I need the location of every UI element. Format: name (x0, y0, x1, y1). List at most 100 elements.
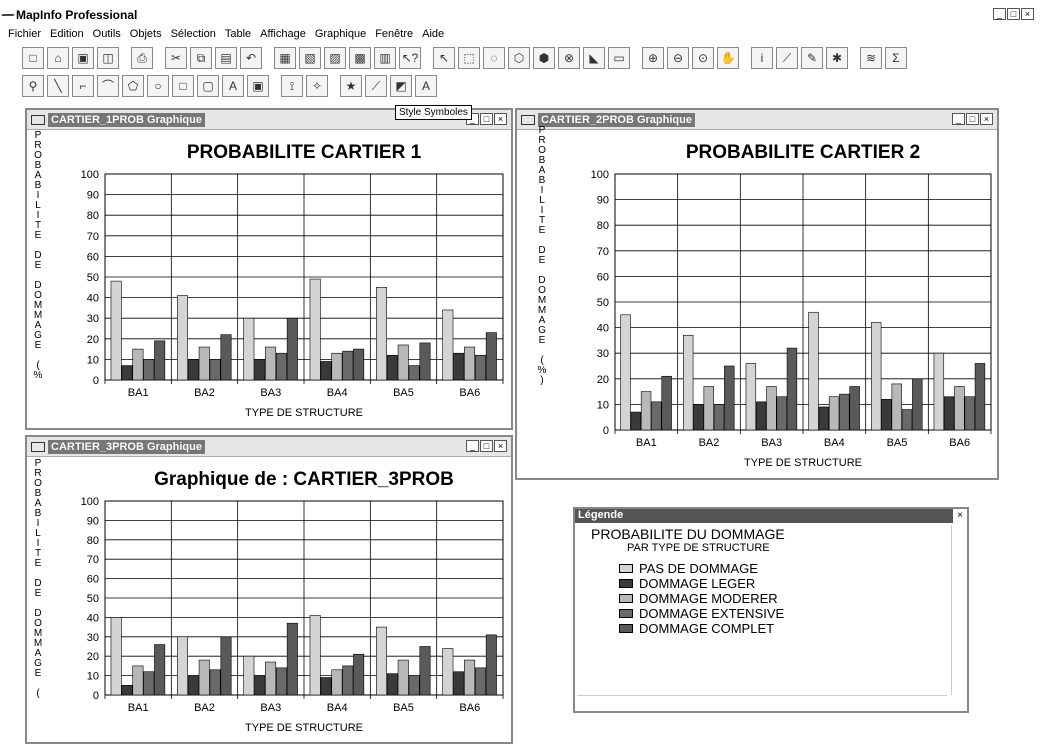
zoom-in-icon[interactable]: ⊕ (642, 47, 664, 69)
change-view-icon[interactable]: ⊙ (692, 47, 714, 69)
graph-window-2-titlebar[interactable]: CARTIER_2PROB Graphique _ □ × (517, 110, 997, 130)
menu-graphique[interactable]: Graphique (311, 26, 371, 44)
close-button[interactable]: × (980, 113, 993, 125)
y-tick-label: 0 (93, 375, 99, 387)
rounded-rectangle-tool-icon[interactable]: ▢ (197, 75, 219, 97)
bar (839, 393, 850, 431)
menu-aide[interactable]: Aide (418, 26, 449, 44)
polygon-select-icon[interactable]: ⬡ (508, 47, 530, 69)
layout-icon[interactable]: ◫ (97, 47, 119, 69)
bar (828, 396, 840, 431)
undo-icon[interactable]: ↶ (240, 47, 262, 69)
ruler-icon[interactable]: ⟋ (776, 47, 798, 69)
graph-window-2[interactable]: CARTIER_2PROB Graphique _ □ × P R O B A … (515, 108, 999, 480)
layer-control-icon[interactable]: ≋ (860, 47, 882, 69)
close-icon[interactable]: × (957, 510, 963, 521)
menu-edition[interactable]: Edition (46, 26, 89, 44)
graph-window-1[interactable]: CARTIER_1PROB Graphique _ □ × P R O B A … (25, 108, 513, 430)
bar (243, 655, 255, 696)
paste-icon[interactable]: ▤ (215, 47, 237, 69)
graph-select-icon[interactable]: ▭ (608, 47, 630, 69)
redistrict-icon[interactable]: ▥ (374, 47, 396, 69)
text-tool-icon[interactable]: A (222, 75, 244, 97)
graph-window-3[interactable]: CARTIER_3PROB Graphique _ □ × P R O B A … (25, 435, 513, 744)
legend-swatch-complet (619, 624, 633, 633)
browser-icon[interactable]: ▦ (274, 47, 296, 69)
ellipse-tool-icon[interactable]: ○ (147, 75, 169, 97)
line-tool-icon[interactable]: ╲ (47, 75, 69, 97)
bar (353, 653, 365, 696)
close-button[interactable]: × (1021, 8, 1034, 20)
open-icon[interactable]: ⌂ (47, 47, 69, 69)
boundary-select-icon[interactable]: ⬢ (533, 47, 555, 69)
help-pointer-icon[interactable]: ↖? (399, 47, 421, 69)
rectangle-tool-icon[interactable]: □ (172, 75, 194, 97)
minimize-button[interactable]: _ (952, 113, 965, 125)
text-style-icon[interactable]: A (415, 75, 437, 97)
menu-fenetre[interactable]: Fenêtre (371, 26, 418, 44)
maximize-button[interactable]: □ (966, 113, 979, 125)
bar (651, 401, 662, 431)
bar (143, 359, 155, 381)
new-icon[interactable]: □ (22, 47, 44, 69)
frame-tool-icon[interactable]: ▣ (247, 75, 269, 97)
close-button[interactable]: × (494, 440, 507, 452)
arc-tool-icon[interactable]: ⌒ (97, 75, 119, 97)
minimize-button[interactable]: _ (466, 440, 479, 452)
y-tick-label: 10 (87, 671, 99, 683)
unselect-icon[interactable]: ⊗ (558, 47, 580, 69)
graph-window-3-titlebar[interactable]: CARTIER_3PROB Graphique _ □ × (27, 437, 511, 457)
statistics-icon[interactable]: Σ (885, 47, 907, 69)
radius-select-icon[interactable]: ◌ (483, 47, 505, 69)
line-style-icon[interactable]: ⟋ (365, 75, 387, 97)
x-tick-label: BA1 (128, 387, 149, 399)
maximize-button[interactable]: □ (1007, 8, 1020, 20)
menu-table[interactable]: Table (221, 26, 256, 44)
cut-icon[interactable]: ✂ (165, 47, 187, 69)
graph-window-icon[interactable]: ▨ (324, 47, 346, 69)
menu-selection[interactable]: Sélection (167, 26, 221, 44)
invert-select-icon[interactable]: ◣ (583, 47, 605, 69)
label-icon[interactable]: ✱ (826, 47, 848, 69)
print-icon[interactable]: ⎙ (131, 47, 153, 69)
symbol-tool-icon[interactable]: ⚲ (22, 75, 44, 97)
symbol-style-icon[interactable]: ★ (340, 75, 362, 97)
maximize-button[interactable]: □ (480, 113, 493, 125)
grabber-icon[interactable]: ✋ (717, 47, 739, 69)
bar (254, 359, 266, 381)
bar (683, 334, 694, 431)
x-axis-label: TYPE DE STRUCTURE (245, 722, 363, 734)
menu-fichier[interactable]: Fichier (4, 26, 46, 44)
y-tick-label: 90 (87, 190, 99, 202)
polyline-tool-icon[interactable]: ⌐ (72, 75, 94, 97)
polygon-tool-icon[interactable]: ⬠ (122, 75, 144, 97)
region-style-icon[interactable]: ◩ (390, 75, 412, 97)
y-tick-label: 20 (87, 334, 99, 346)
select-arrow-icon[interactable]: ↖ (433, 47, 455, 69)
layout-window-icon[interactable]: ▩ (349, 47, 371, 69)
vertical-scrollbar[interactable] (951, 525, 965, 695)
menu-outils[interactable]: Outils (89, 26, 126, 44)
legend-window[interactable]: Légende × PROBABILITE DU DOMMAGE PAR TYP… (573, 507, 969, 713)
drag-map-icon[interactable]: ✎ (801, 47, 823, 69)
bar (474, 667, 486, 696)
save-icon[interactable]: ▣ (72, 47, 94, 69)
x-tick-label: BA1 (636, 437, 657, 449)
zoom-out-icon[interactable]: ⊖ (667, 47, 689, 69)
y-tick-label: 80 (597, 220, 609, 232)
bar (630, 411, 641, 431)
bar (342, 665, 354, 696)
horizontal-scrollbar[interactable] (577, 695, 947, 709)
add-node-icon[interactable]: ✧ (306, 75, 328, 97)
minimize-button[interactable]: _ (993, 8, 1006, 20)
map-window-icon[interactable]: ▧ (299, 47, 321, 69)
marquee-select-icon[interactable]: ⬚ (458, 47, 480, 69)
maximize-button[interactable]: □ (480, 440, 493, 452)
info-icon[interactable]: i (751, 47, 773, 69)
menu-affichage[interactable]: Affichage (256, 26, 311, 44)
menu-objets[interactable]: Objets (126, 26, 167, 44)
close-button[interactable]: × (494, 113, 507, 125)
copy-icon[interactable]: ⧉ (190, 47, 212, 69)
reshape-icon[interactable]: ⟟ (281, 75, 303, 97)
app-title: MapInfo Professional (16, 8, 138, 22)
